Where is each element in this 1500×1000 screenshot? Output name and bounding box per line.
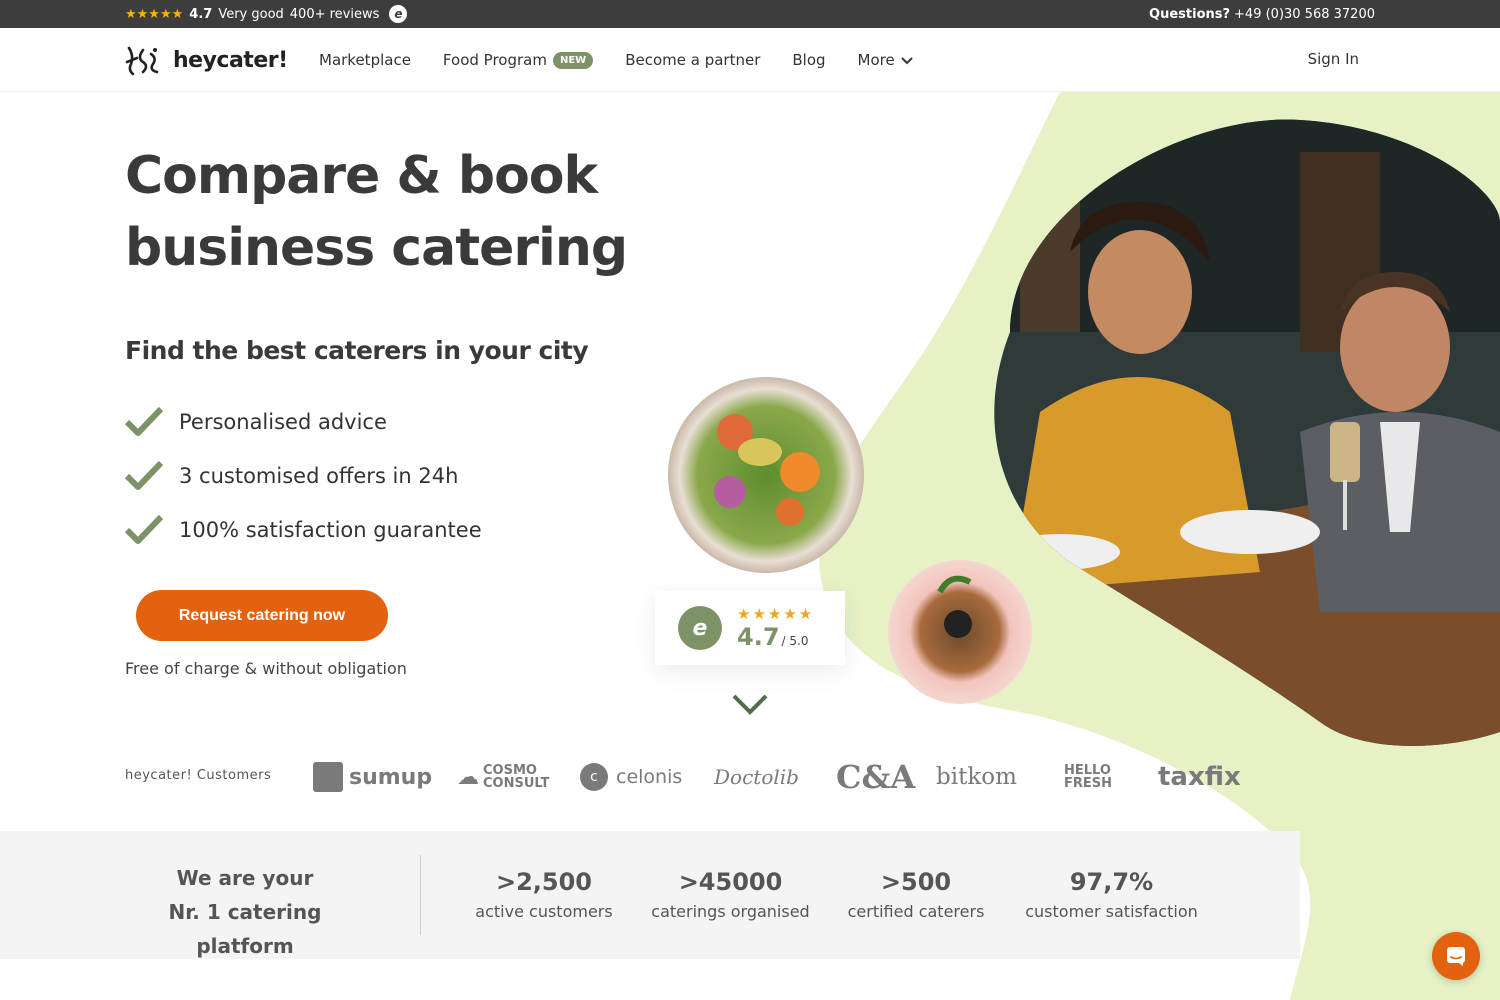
customer-logo-sumup: sumup — [313, 762, 457, 792]
customer-logo-cosmo: ☁ COSMO CONSULT — [457, 763, 550, 791]
rating-card[interactable]: e ★★★★★ 4.7/ 5.0 — [655, 591, 845, 665]
phone-number[interactable]: +49 (0)30 568 37200 — [1234, 7, 1375, 22]
salad-plate — [668, 377, 864, 573]
nav-item-become-partner[interactable]: Become a partner — [625, 51, 760, 69]
nav-item-marketplace[interactable]: Marketplace — [319, 51, 411, 69]
reviews-count: 400+ reviews — [289, 6, 380, 22]
rating-text: Very good — [218, 6, 284, 22]
nav-item-more-label: More — [857, 51, 895, 69]
customer-logo-celonis: c celonis — [580, 763, 714, 791]
cta-note: Free of charge & without obligation — [125, 659, 407, 678]
stat-label: caterings organised — [651, 902, 810, 921]
nav-item-food-program-label: Food Program — [442, 51, 547, 69]
stat-value: >45000 — [678, 868, 783, 896]
hero-title-line-1: Compare & book — [125, 146, 598, 206]
hero-title-line-2: business catering — [125, 218, 628, 278]
rating-value: 4.7 — [189, 6, 213, 22]
benefit-item: Personalised advice — [125, 395, 482, 449]
customer-logo-doctolib: Doctolib — [714, 765, 799, 789]
benefit-item: 100% satisfaction guarantee — [125, 503, 482, 557]
nav-item-food-program[interactable]: Food Program NEW — [442, 51, 594, 69]
stat-value: >500 — [880, 868, 952, 896]
stat-item: >45000 caterings organised — [648, 865, 813, 925]
benefit-label: 3 customised offers in 24h — [179, 464, 459, 488]
customer-logo-bitkom: bitkom — [936, 764, 1017, 790]
sumup-icon — [313, 762, 343, 792]
customer-logo-ca: C&A — [836, 758, 916, 796]
questions-label: Questions? — [1149, 6, 1231, 22]
customer-logo-taxfix: taxfix — [1158, 762, 1241, 792]
stats-divider — [420, 855, 421, 935]
nav-links: Marketplace Food Program NEW Become a par… — [319, 28, 913, 92]
stat-label: customer satisfaction — [1025, 902, 1198, 921]
stat-item: >500 certified caterers — [843, 865, 989, 925]
stat-item: >2,500 active customers — [470, 865, 618, 925]
nav-item-blog[interactable]: Blog — [792, 51, 825, 69]
request-catering-button[interactable]: Request catering now — [136, 590, 388, 641]
benefit-label: Personalised advice — [179, 410, 387, 434]
stat-label: active customers — [475, 902, 613, 921]
heycater-logo[interactable]: heycater! — [125, 44, 288, 76]
scroll-down-chevron-icon[interactable] — [731, 690, 769, 718]
benefit-item: 3 customised offers in 24h — [125, 449, 482, 503]
rating-stars: ★★★★★ — [125, 6, 184, 22]
new-badge: NEW — [552, 52, 594, 69]
nav-item-more[interactable]: More — [858, 51, 913, 69]
hero-subtitle: Find the best caterers in your city — [125, 336, 589, 365]
chevron-down-icon — [901, 57, 913, 65]
chat-button[interactable] — [1432, 932, 1480, 980]
checkmark-icon — [125, 406, 163, 436]
hero-title: Compare & book business catering — [125, 140, 685, 284]
heycater-logo-icon — [125, 46, 159, 76]
checkmark-icon — [125, 460, 163, 490]
rating-card-stars: ★★★★★ — [737, 605, 815, 623]
checkmark-icon — [125, 514, 163, 544]
customers-label: heycater! Customers — [125, 768, 272, 783]
stats-section: We are your Nr. 1 catering platform >2,5… — [0, 831, 1300, 959]
stat-item: 97,7% customer satisfaction — [1020, 865, 1203, 925]
main-nav: heycater! Marketplace Food Program NEW Be… — [0, 28, 1500, 92]
celonis-icon: c — [580, 763, 608, 791]
stats-title: We are your Nr. 1 catering platform — [125, 861, 365, 963]
stat-value: >2,500 — [495, 868, 593, 896]
top-info-bar: ★★★★★ 4.7 Very good 400+ reviews e Quest… — [0, 0, 1500, 28]
stats-title-line-1: We are your — [176, 866, 314, 890]
logo-text: heycater! — [173, 47, 288, 73]
benefit-label: 100% satisfaction guarantee — [179, 518, 482, 542]
contact-info[interactable]: Questions? +49 (0)30 568 37200 — [1149, 0, 1375, 28]
sign-in-link[interactable]: Sign In — [1308, 50, 1359, 68]
rating-card-max: / 5.0 — [781, 634, 809, 648]
chat-icon — [1447, 947, 1465, 966]
ekomi-icon: e — [389, 5, 408, 23]
ekomi-icon: e — [678, 606, 722, 650]
customer-logo-hellofresh: HELLO FRESH — [1064, 763, 1113, 791]
rating-card-score: 4.7 — [737, 623, 780, 651]
rating-summary[interactable]: ★★★★★ 4.7 Very good 400+ reviews e — [125, 0, 408, 28]
stats-title-line-2: Nr. 1 catering platform — [168, 900, 322, 958]
benefit-list: Personalised advice 3 customised offers … — [125, 395, 482, 557]
stat-value: 97,7% — [1069, 868, 1154, 896]
cloud-icon: ☁ — [457, 764, 479, 790]
stat-label: certified caterers — [847, 902, 985, 921]
customer-logos: sumup ☁ COSMO CONSULT c celonis Doctolib… — [313, 755, 1241, 799]
